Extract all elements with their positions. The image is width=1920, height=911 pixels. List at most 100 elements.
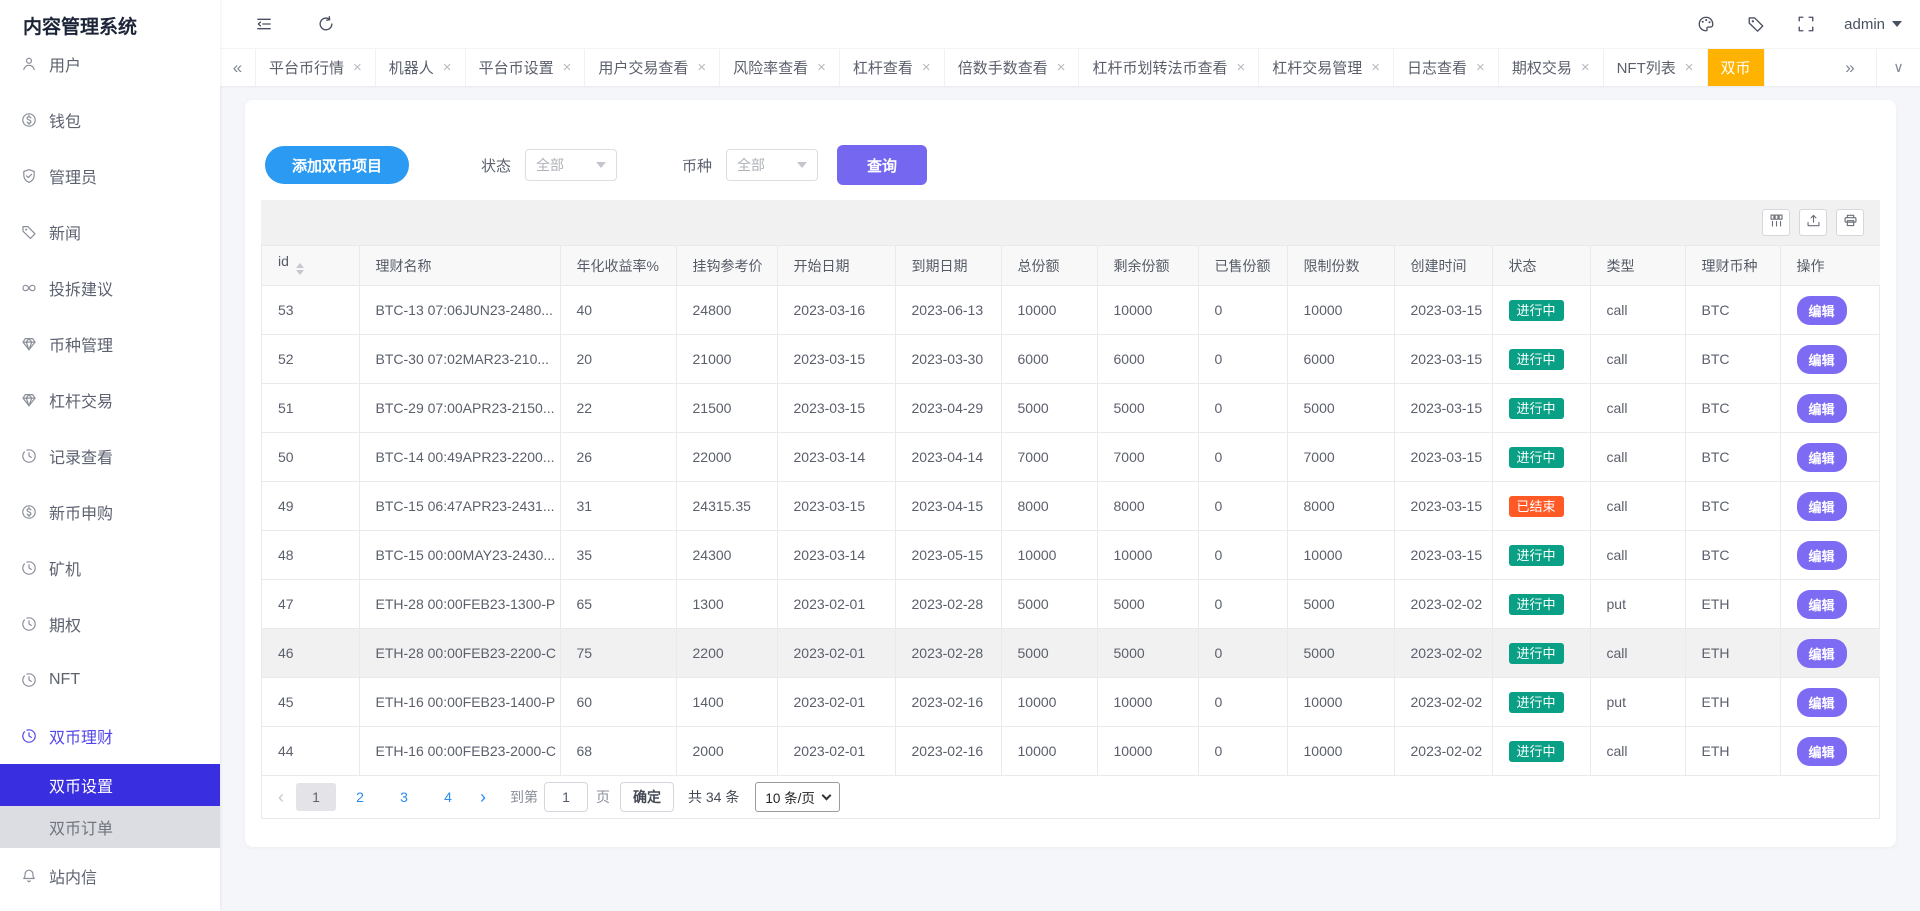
tab-11[interactable]: NFT列表× [1604,49,1708,86]
select-caret-icon [596,162,606,173]
cell-remain: 10000 [1097,727,1198,776]
page-button-2[interactable]: 2 [340,783,380,811]
page-button-3[interactable]: 3 [384,783,424,811]
edit-button[interactable]: 编辑 [1797,590,1847,619]
edit-button[interactable]: 编辑 [1797,737,1847,766]
tab-7[interactable]: 杠杆币划转法币查看× [1079,49,1259,86]
page-button-1[interactable]: 1 [296,783,336,811]
cell-actions: 编辑 [1780,531,1880,580]
tab-close-icon[interactable]: × [1236,60,1245,75]
sidebar-item-new-coin-subscribe[interactable]: 新币申购 [0,484,220,540]
sidebar-item-news[interactable]: 新闻 [0,204,220,260]
sidebar-subitem-dual-currency-settings[interactable]: 双币设置 [0,764,220,806]
sidebar-subitem-dual-currency-orders[interactable]: 双币订单 [0,806,220,848]
tab-close-icon[interactable]: × [353,60,362,75]
coin-select[interactable]: 全部 [726,149,818,181]
column-header-2: 年化收益率% [560,246,676,286]
tab-label: 平台币行情 [269,57,344,78]
cell-coin: ETH [1685,580,1780,629]
cell-sold: 0 [1198,531,1287,580]
theme-palette-icon[interactable] [1696,14,1716,34]
cell-ref: 1400 [676,678,777,727]
edit-button[interactable]: 编辑 [1797,394,1847,423]
goto-confirm-button[interactable]: 确定 [620,782,674,812]
tab-10[interactable]: 期权交易× [1499,49,1604,86]
column-header-0[interactable]: id [262,246,359,286]
tag-icon [21,224,37,240]
export-button[interactable] [1799,209,1827,236]
edit-button[interactable]: 编辑 [1797,443,1847,472]
print-button[interactable] [1836,209,1864,236]
sidebar-item-dual-currency[interactable]: 双币理财 [0,708,220,764]
status-badge: 进行中 [1509,594,1564,615]
tab-close-icon[interactable]: × [1371,60,1380,75]
sidebar-item-mining[interactable]: 矿机 [0,540,220,596]
tab-close-icon[interactable]: × [1476,60,1485,75]
sort-icon[interactable] [296,259,304,279]
cell-id: 47 [262,580,359,629]
tab-9[interactable]: 日志查看× [1394,49,1499,86]
user-menu[interactable]: admin [1844,16,1902,33]
sidebar-item-admins[interactable]: 管理员 [0,148,220,204]
cell-limit: 5000 [1287,384,1394,433]
tab-close-icon[interactable]: × [697,60,706,75]
cell-rate: 35 [560,531,676,580]
tab-active[interactable]: 双币 [1708,49,1765,86]
sidebar-item-feedback[interactable]: 投拆建议 [0,260,220,316]
status-select[interactable]: 全部 [525,149,617,181]
tabs-scroll-right-button[interactable]: » [1832,49,1868,86]
tab-3[interactable]: 用户交易查看× [585,49,720,86]
tab-close-icon[interactable]: × [1581,60,1590,75]
tab-2[interactable]: 平台币设置× [466,49,586,86]
column-header-3: 挂钩参考价 [676,246,777,286]
tab-6[interactable]: 倍数手数查看× [945,49,1080,86]
tag-icon[interactable] [1746,14,1766,34]
sidebar-item-records[interactable]: 记录查看 [0,428,220,484]
page-button-4[interactable]: 4 [428,783,468,811]
edit-button[interactable]: 编辑 [1797,541,1847,570]
tabs-menu-button[interactable]: ∨ [1876,49,1920,86]
sidebar-item-label: 币种管理 [49,332,113,356]
sidebar-item-nft[interactable]: NFT [0,652,220,708]
tab-close-icon[interactable]: × [1685,60,1694,75]
column-header-10: 创建时间 [1394,246,1492,286]
edit-button[interactable]: 编辑 [1797,639,1847,668]
cell-end: 2023-02-28 [895,629,1001,678]
add-dual-currency-button[interactable]: 添加双币项目 [265,146,409,184]
sidebar-item-coin-management[interactable]: 币种管理 [0,316,220,372]
tab-label: 风险率查看 [733,57,808,78]
refresh-icon[interactable] [316,14,336,34]
tab-0[interactable]: 平台币行情 × [256,49,376,86]
cell-sold: 0 [1198,580,1287,629]
cell-total: 10000 [1001,286,1097,335]
edit-button[interactable]: 编辑 [1797,345,1847,374]
sidebar: 内容管理系统 用户钱包管理员新闻投拆建议币种管理杠杆交易记录查看新币申购矿机期权… [0,0,220,911]
sidebar-item-options[interactable]: 期权 [0,596,220,652]
sidebar-item-messages[interactable]: 站内信 [0,848,220,904]
goto-page-input[interactable] [544,782,588,812]
menu-fold-icon[interactable] [254,14,274,34]
next-page-button[interactable]: › [470,787,496,808]
shield-check-icon [21,168,37,184]
edit-button[interactable]: 编辑 [1797,492,1847,521]
tab-close-icon[interactable]: × [563,60,572,75]
tab-1[interactable]: 机器人× [376,49,466,86]
fullscreen-icon[interactable] [1796,14,1816,34]
tab-8[interactable]: 杠杆交易管理× [1259,49,1394,86]
tab-close-icon[interactable]: × [1057,60,1066,75]
sidebar-item-leverage-trading[interactable]: 杠杆交易 [0,372,220,428]
tab-close-icon[interactable]: × [817,60,826,75]
prev-page-button[interactable]: ‹ [268,787,294,808]
tab-4[interactable]: 风险率查看 × [720,49,840,86]
edit-button[interactable]: 编辑 [1797,688,1847,717]
columns-button[interactable] [1762,209,1790,236]
page-size-select[interactable]: 10 条/页 [755,782,840,812]
tab-5[interactable]: 杠杆查看× [840,49,945,86]
query-button[interactable]: 查询 [837,145,927,185]
tabs-scroll-left-button[interactable]: « [220,49,256,86]
tab-close-icon[interactable]: × [443,60,452,75]
tab-close-icon[interactable]: × [922,60,931,75]
edit-button[interactable]: 编辑 [1797,296,1847,325]
sidebar-item-wallet[interactable]: 钱包 [0,92,220,148]
sidebar-item-users[interactable]: 用户 [0,36,220,92]
